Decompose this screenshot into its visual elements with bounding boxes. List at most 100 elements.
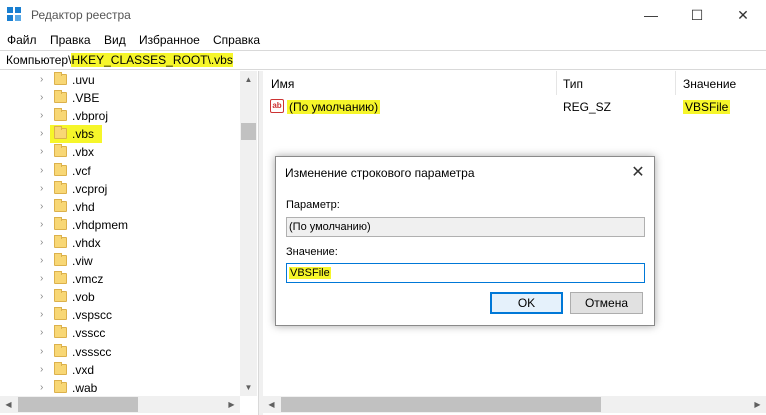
maximize-icon: ☐	[690, 6, 704, 23]
value-row-name[interactable]: (По умолчанию)	[287, 100, 381, 114]
list-hscroll-thumb[interactable]	[281, 397, 601, 412]
scroll-right-icon[interactable]: ▶	[223, 396, 240, 413]
scroll-up-icon[interactable]: ▲	[240, 71, 257, 88]
chevron-right-icon[interactable]: ›	[40, 382, 50, 394]
close-window-button[interactable]: ✕	[720, 0, 766, 30]
tree-item[interactable]: › .viw	[0, 252, 240, 270]
tree-horizontal-scrollbar[interactable]: ◀ ▶	[0, 396, 240, 413]
folder-icon	[54, 253, 67, 266]
folder-icon	[54, 234, 67, 248]
tree-item[interactable]: › .wab	[0, 379, 240, 397]
chevron-right-icon[interactable]: ›	[40, 74, 50, 86]
tree-item[interactable]: › .vbx	[0, 143, 240, 161]
chevron-right-icon[interactable]: ›	[40, 146, 50, 158]
menu-file[interactable]: Файл	[7, 33, 37, 47]
value-data-input[interactable]: VBSFile	[286, 263, 645, 283]
folder-icon	[54, 379, 67, 393]
tree-item-label: .vcproj	[72, 181, 108, 196]
tree-item-label: .vbs	[72, 127, 95, 142]
tree-item[interactable]: › .vmcz	[0, 270, 240, 288]
chevron-right-icon[interactable]: ›	[40, 327, 50, 339]
column-header-type[interactable]: Тип	[563, 77, 583, 91]
chevron-right-icon[interactable]: ›	[40, 92, 50, 104]
menu-favorites[interactable]: Избранное	[139, 33, 200, 47]
folder-icon	[54, 72, 67, 85]
folder-icon	[54, 144, 67, 158]
close-icon: ✕	[737, 6, 749, 23]
chevron-right-icon[interactable]: ›	[40, 255, 50, 267]
close-icon: ✕	[631, 164, 645, 181]
chevron-right-icon[interactable]: ›	[40, 237, 50, 249]
column-header-value[interactable]: Значение	[683, 77, 736, 91]
maximize-button[interactable]: ☐	[674, 0, 720, 30]
tree-item-label: .viw	[72, 254, 93, 268]
tree-item-label: .vob	[72, 290, 95, 305]
tree-item-label: .vssscc	[72, 344, 112, 359]
menu-help[interactable]: Справка	[213, 33, 260, 47]
folder-icon	[54, 108, 67, 122]
chevron-right-icon[interactable]: ›	[40, 219, 50, 231]
chevron-right-icon[interactable]: ›	[40, 309, 50, 321]
value-row-type: REG_SZ	[563, 100, 612, 114]
chevron-right-icon[interactable]: ›	[40, 346, 50, 358]
tree-item[interactable]: › .uvu	[0, 71, 240, 89]
menu-edit[interactable]: Правка	[50, 33, 91, 47]
folder-icon	[54, 90, 67, 104]
tree-item[interactable]: › .vbproj	[0, 107, 240, 125]
dialog-close-button[interactable]: ✕	[622, 157, 654, 187]
scroll-right-icon[interactable]: ▶	[749, 396, 766, 413]
address-path: HKEY_CLASSES_ROOT\.vbs	[71, 53, 233, 67]
tree-item[interactable]: › .vbs	[40, 125, 102, 144]
menu-bar: Файл Правка Вид Избранное Справка	[0, 30, 766, 50]
tree-item[interactable]: › .vcf	[0, 162, 240, 180]
tree-vertical-scrollbar[interactable]: ▲ ▼	[240, 71, 257, 396]
string-value-icon: ab	[270, 99, 284, 113]
tree-item[interactable]: › .VBE	[0, 89, 240, 107]
chevron-right-icon[interactable]: ›	[40, 165, 50, 177]
menu-view[interactable]: Вид	[104, 33, 126, 47]
tree-item-label: .vspscc	[72, 308, 113, 323]
address-bar[interactable]: Компьютер\HKEY_CLASSES_ROOT\.vbs	[0, 50, 766, 70]
tree-item-label: .vhdpmem	[72, 217, 129, 232]
cancel-button[interactable]: Отмена	[570, 292, 643, 314]
chevron-right-icon[interactable]: ›	[40, 291, 50, 303]
folder-icon	[54, 343, 67, 357]
dialog-title: Изменение строкового параметра	[285, 166, 475, 180]
tree-item-label: .vcf	[72, 163, 91, 178]
chevron-right-icon[interactable]: ›	[40, 128, 50, 140]
chevron-right-icon[interactable]: ›	[40, 364, 50, 376]
chevron-right-icon[interactable]: ›	[40, 201, 50, 213]
column-divider[interactable]	[556, 71, 557, 95]
scroll-thumb[interactable]	[241, 123, 256, 140]
tree-item-label: .vbx	[72, 145, 95, 160]
chevron-right-icon[interactable]: ›	[40, 183, 50, 195]
tree-hscroll-thumb[interactable]	[18, 397, 138, 412]
folder-icon	[54, 162, 67, 176]
tree-item[interactable]: › .vssscc	[0, 343, 240, 361]
chevron-right-icon[interactable]: ›	[40, 110, 50, 122]
minimize-button[interactable]: —	[628, 0, 674, 30]
scroll-down-icon[interactable]: ▼	[240, 379, 257, 396]
tree-item-label: .vhdx	[72, 235, 101, 250]
chevron-right-icon[interactable]: ›	[40, 273, 50, 285]
folder-icon	[54, 216, 67, 230]
tree-item[interactable]: › .vspscc	[0, 306, 240, 324]
value-data-text: VBSFile	[289, 267, 331, 279]
scroll-left-icon[interactable]: ◀	[263, 396, 280, 413]
tree-item-label: .vsscc	[72, 326, 106, 341]
folder-icon	[54, 126, 67, 140]
list-horizontal-scrollbar[interactable]: ◀ ▶	[263, 396, 766, 413]
tree-item[interactable]: › .vob	[0, 288, 240, 306]
tree-item[interactable]: › .vhdpmem	[0, 216, 240, 234]
tree-item[interactable]: › .vhd	[0, 198, 240, 216]
tree-item[interactable]: › .vsscc	[0, 324, 240, 342]
tree-item[interactable]: › .vcproj	[0, 180, 240, 198]
tree-item[interactable]: › .vhdx	[0, 234, 240, 252]
ok-button[interactable]: OK	[490, 292, 563, 314]
column-header-name[interactable]: Имя	[271, 77, 294, 91]
scroll-left-icon[interactable]: ◀	[0, 396, 17, 413]
column-divider[interactable]	[675, 71, 676, 95]
value-row-data: VBSFile	[683, 100, 731, 114]
tree-item[interactable]: › .vxd	[0, 361, 240, 379]
tree-item-label: .wab	[72, 380, 98, 395]
